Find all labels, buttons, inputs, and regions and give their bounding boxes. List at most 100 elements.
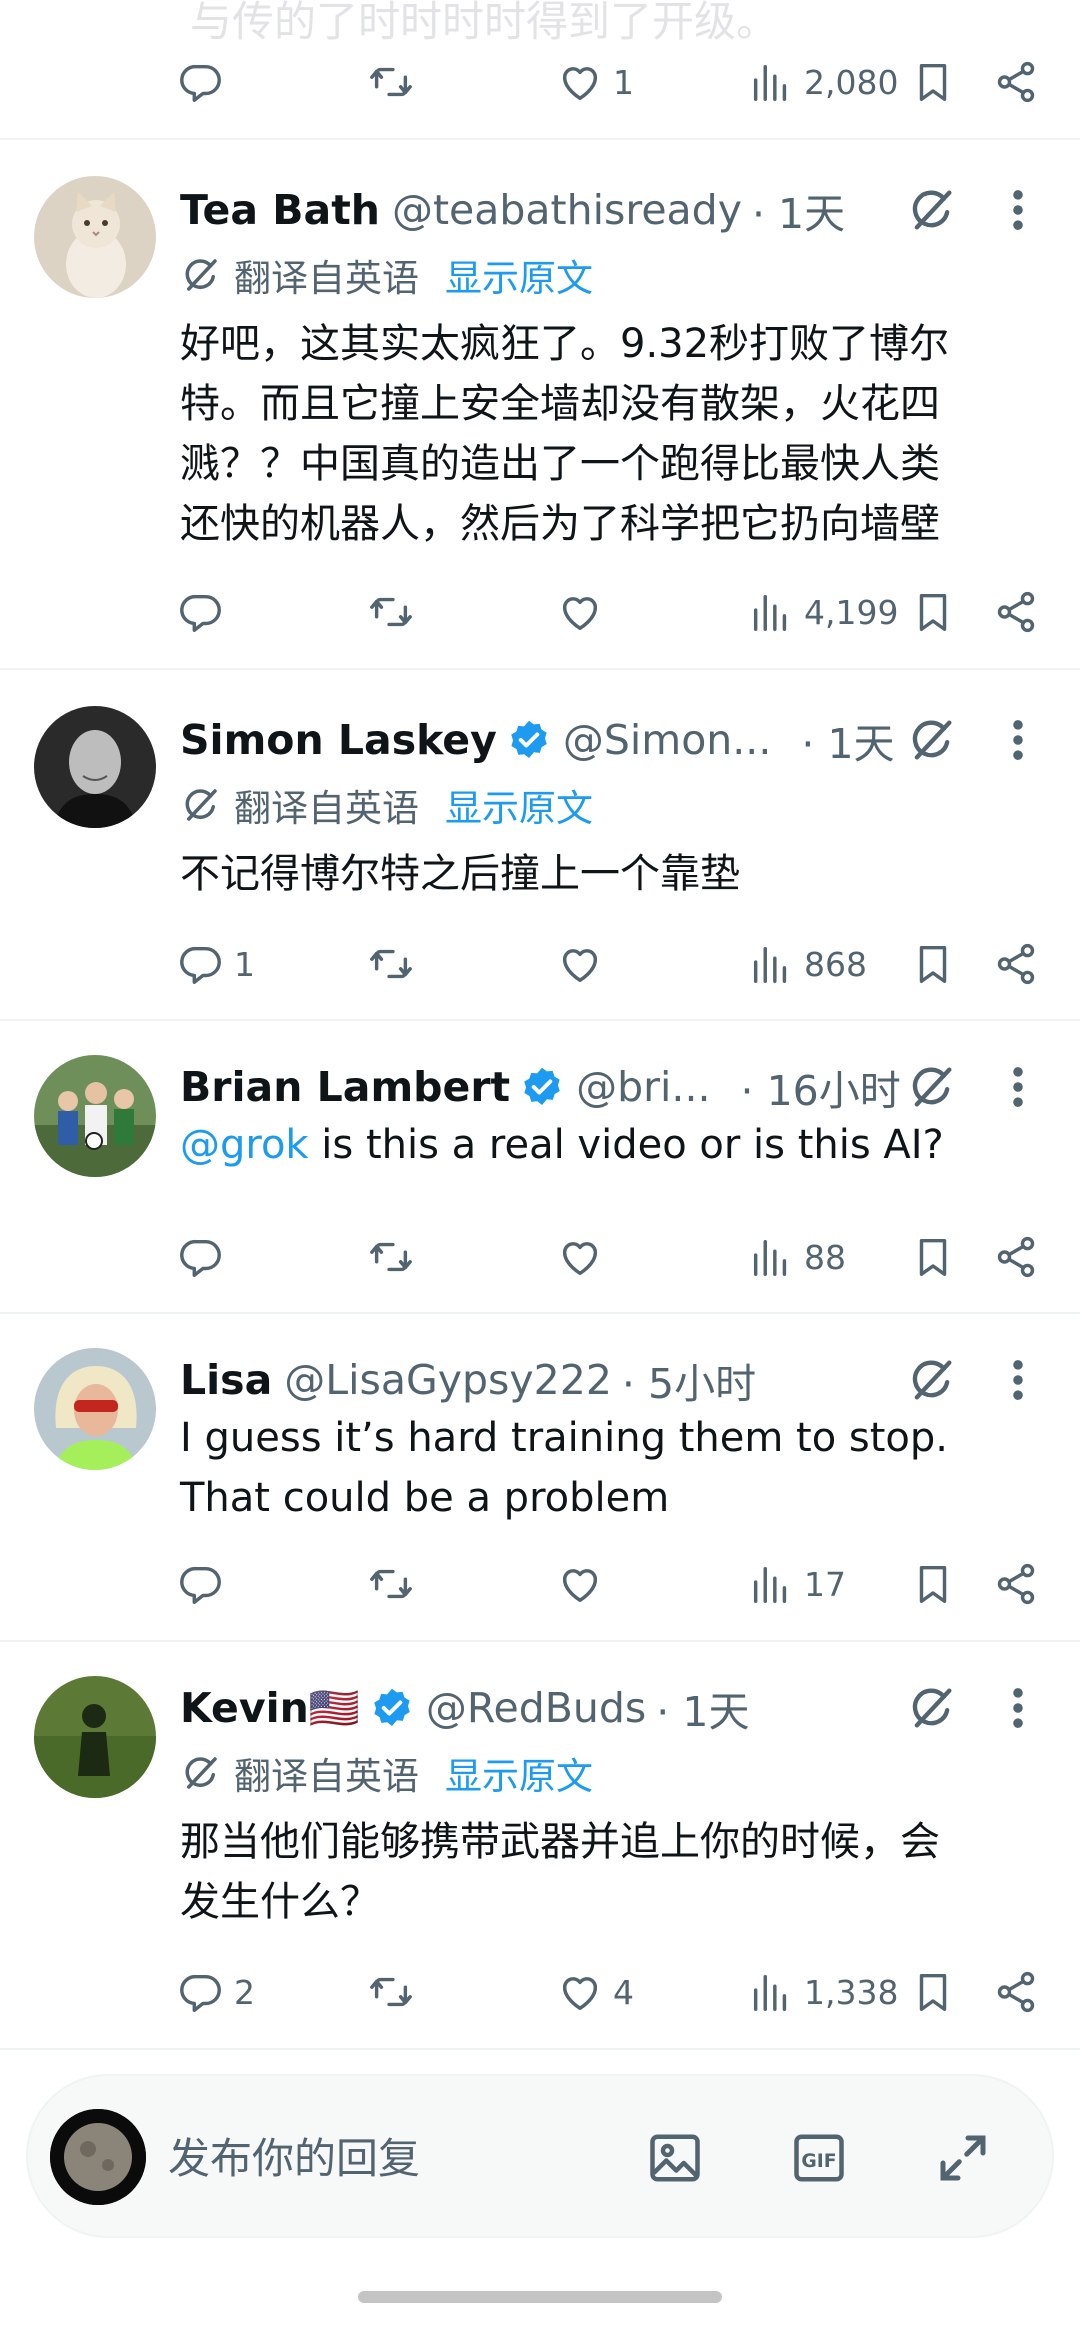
text-line: I guess it’s hard training them to stop. <box>180 1415 949 1461</box>
more-options-icon[interactable] <box>1000 184 1036 236</box>
shadow-avatar-image <box>34 1676 156 1798</box>
reply-button[interactable]: 2 <box>178 1962 255 2022</box>
tweet-text: 不记得博尔特之后撞上一个靠垫 <box>180 844 1040 904</box>
like-button[interactable] <box>557 1227 613 1287</box>
like-button[interactable] <box>557 934 613 994</box>
display-name[interactable]: Tea Bath <box>180 186 380 234</box>
bookmark-button[interactable] <box>910 1554 956 1614</box>
bookmark-button[interactable] <box>910 582 956 642</box>
show-original-link[interactable]: 显示原文 <box>445 1746 593 1800</box>
timestamp[interactable]: · 16小时 <box>741 1057 901 1117</box>
reply-icon <box>178 589 224 635</box>
grok-translate-icon <box>180 784 222 826</box>
views-button[interactable]: 88 <box>748 1227 846 1287</box>
bookmark-button[interactable] <box>910 934 956 994</box>
user-handle[interactable]: @bri... <box>576 1063 710 1111</box>
share-button[interactable] <box>993 1227 1039 1287</box>
reply-button[interactable] <box>178 1227 234 1287</box>
avatar[interactable] <box>34 1055 156 1177</box>
add-image-button[interactable] <box>640 2123 710 2193</box>
user-handle[interactable]: @Simon... <box>563 716 772 764</box>
expand-composer-button[interactable] <box>928 2123 998 2193</box>
bookmark-button[interactable] <box>910 52 956 112</box>
retweet-button[interactable] <box>368 1554 414 1614</box>
like-button[interactable]: 1 <box>557 52 634 112</box>
user-handle[interactable]: @LisaGypsy222 <box>284 1356 612 1404</box>
avatar[interactable] <box>34 706 156 828</box>
like-count: 4 <box>613 1972 634 2012</box>
avatar[interactable] <box>34 1676 156 1798</box>
share-button[interactable] <box>993 934 1039 994</box>
timestamp[interactable]: · 1天 <box>752 180 845 240</box>
share-button[interactable] <box>993 1962 1039 2022</box>
text-line: is this a real video or is this AI? <box>308 1122 944 1168</box>
more-options-icon[interactable] <box>1000 1682 1036 1734</box>
display-name[interactable]: Lisa <box>180 1356 272 1404</box>
share-button[interactable] <box>993 582 1039 642</box>
retweet-button[interactable] <box>368 582 414 642</box>
my-avatar[interactable] <box>50 2109 146 2205</box>
like-button[interactable] <box>557 582 613 642</box>
text-line: 不记得博尔特之后撞上一个靠垫 <box>180 851 740 897</box>
retweet-button[interactable] <box>368 52 414 112</box>
avatar[interactable] <box>34 1348 156 1470</box>
like-button[interactable] <box>557 1554 613 1614</box>
reply-input[interactable] <box>168 2126 608 2190</box>
reply-button[interactable] <box>178 582 234 642</box>
grok-icon[interactable] <box>906 1354 958 1406</box>
display-name[interactable]: Simon Laskey <box>180 716 497 764</box>
reply-button[interactable] <box>178 52 234 112</box>
reply-tweet[interactable]: Tea Bath @teabathisready · 1天 翻译自英语 显示原文… <box>0 142 1080 670</box>
tweet-header: Simon Laskey @Simon... · 1天 <box>180 712 895 768</box>
share-button[interactable] <box>993 1554 1039 1614</box>
reply-button[interactable]: 1 <box>178 934 255 994</box>
more-options-icon[interactable] <box>1000 1061 1036 1113</box>
grok-icon[interactable] <box>906 1061 958 1113</box>
previous-tweet-actions: 1 2,080 <box>0 52 1080 112</box>
display-name[interactable]: Brian Lambert <box>180 1063 510 1111</box>
grok-icon[interactable] <box>906 714 958 766</box>
views-button[interactable]: 17 <box>748 1554 846 1614</box>
retweet-icon <box>368 59 414 105</box>
view-count: 4,199 <box>804 592 899 632</box>
verified-badge-icon <box>507 718 551 762</box>
user-handle[interactable]: @teabathisready <box>392 186 742 234</box>
timestamp[interactable]: · 5小时 <box>622 1350 756 1410</box>
retweet-button[interactable] <box>368 1227 414 1287</box>
grok-icon[interactable] <box>906 1682 958 1734</box>
more-options-icon[interactable] <box>1000 1354 1036 1406</box>
user-handle[interactable]: @RedBuds <box>426 1684 646 1732</box>
tweet-actions: 17 <box>0 1554 1080 1614</box>
grok-icon[interactable] <box>906 184 958 236</box>
image-icon <box>650 2134 700 2182</box>
text-line: That could be a problem <box>180 1475 670 1521</box>
mention-link[interactable]: @grok <box>180 1122 309 1168</box>
reply-tweet[interactable]: Simon Laskey @Simon... · 1天 翻译自英语 显示原文 不… <box>0 670 1080 1021</box>
reply-composer: GIF <box>26 2074 1054 2238</box>
views-button[interactable]: 4,199 <box>748 582 898 642</box>
tweet-header: Lisa @LisaGypsy222 · 5小时 <box>180 1352 756 1408</box>
retweet-button[interactable] <box>368 1962 414 2022</box>
show-original-link[interactable]: 显示原文 <box>445 248 593 302</box>
reply-tweet[interactable]: Brian Lambert @bri... · 16小时 @grok is th… <box>0 1021 1080 1314</box>
like-button[interactable]: 4 <box>557 1962 634 2022</box>
share-icon <box>993 59 1039 105</box>
reply-tweet[interactable]: Kevin🇺🇸 @RedBuds · 1天 翻译自英语 显示原文 那当他们能够携… <box>0 1642 1080 2050</box>
show-original-link[interactable]: 显示原文 <box>445 778 593 832</box>
share-button[interactable] <box>993 52 1039 112</box>
views-button[interactable]: 2,080 <box>748 52 898 112</box>
views-button[interactable]: 1,338 <box>748 1962 898 2022</box>
bookmark-button[interactable] <box>910 1227 956 1287</box>
display-name[interactable]: Kevin🇺🇸 <box>180 1684 360 1733</box>
views-button[interactable]: 868 <box>748 934 867 994</box>
more-options-icon[interactable] <box>1000 714 1036 766</box>
timestamp[interactable]: · 1天 <box>656 1678 749 1738</box>
home-indicator[interactable] <box>358 2291 722 2303</box>
reply-button[interactable] <box>178 1554 234 1614</box>
add-gif-button[interactable]: GIF <box>784 2123 854 2193</box>
bookmark-button[interactable] <box>910 1962 956 2022</box>
retweet-button[interactable] <box>368 934 414 994</box>
timestamp[interactable]: · 1天 <box>801 710 894 770</box>
reply-tweet[interactable]: Lisa @LisaGypsy222 · 5小时 I guess it’s ha… <box>0 1314 1080 1642</box>
avatar[interactable] <box>34 176 156 298</box>
